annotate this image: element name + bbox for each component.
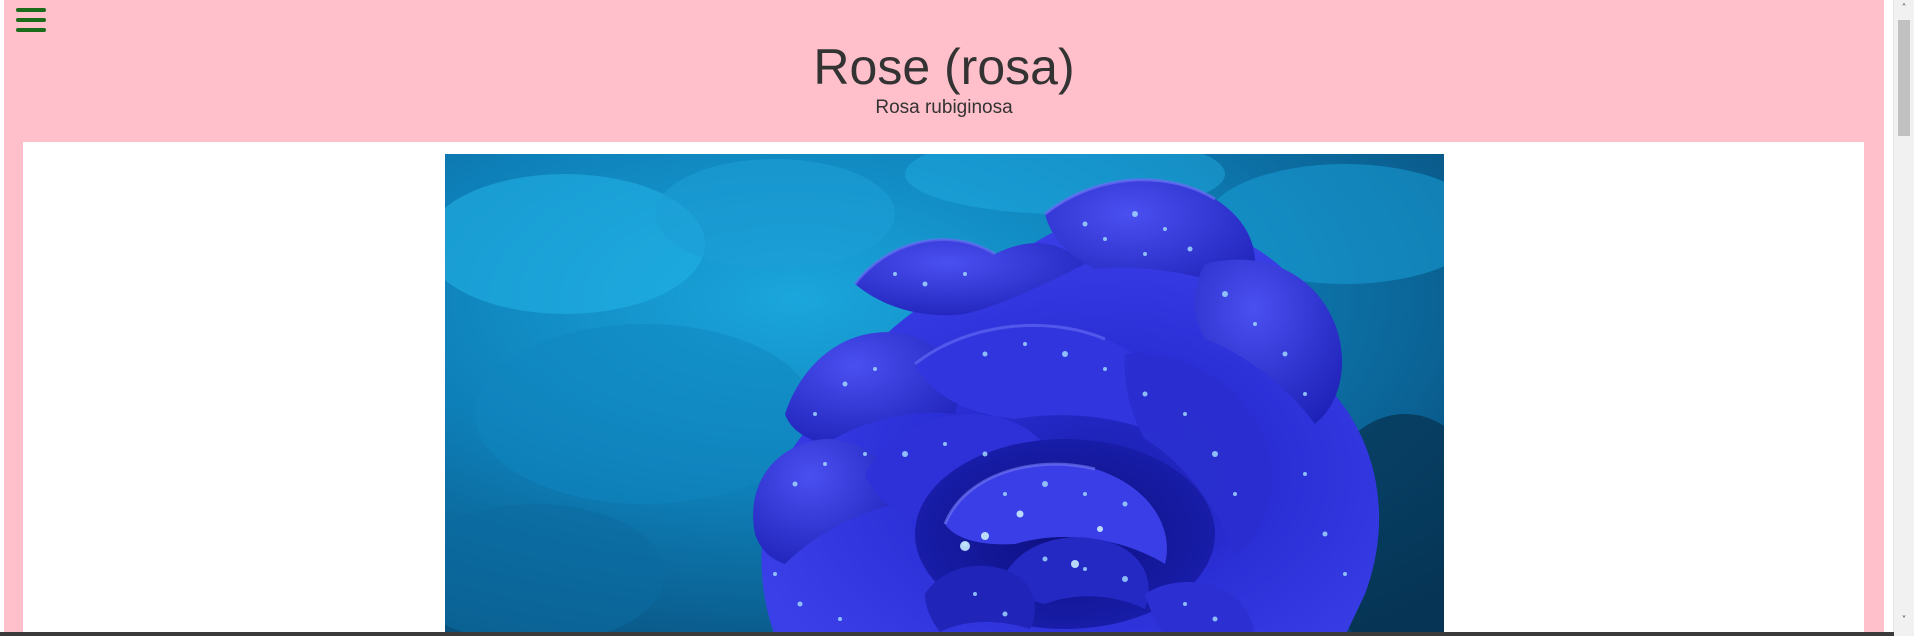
scroll-up-arrow-icon[interactable]: ˄ — [1894, 0, 1914, 17]
page-title: Rose (rosa) — [813, 39, 1075, 95]
hamburger-menu-button[interactable] — [14, 5, 48, 35]
scroll-down-arrow-icon[interactable]: ˅ — [1894, 612, 1914, 629]
menu-bar-bottom — [16, 28, 46, 32]
browser-viewport: Rose (rosa) Rosa rubiginosa ˄ ˅ — [0, 0, 1914, 636]
scrollbar-thumb[interactable] — [1898, 20, 1910, 136]
content-panel — [23, 142, 1864, 636]
vertical-scrollbar[interactable]: ˄ ˅ — [1893, 0, 1914, 636]
menu-bar-middle — [16, 18, 46, 22]
window-bottom-edge — [0, 632, 1894, 636]
page-container: Rose (rosa) Rosa rubiginosa — [4, 0, 1884, 636]
blue-rose-image — [445, 154, 1444, 636]
page-header: Rose (rosa) Rosa rubiginosa — [4, 40, 1884, 120]
menu-bar-top — [16, 8, 46, 12]
rose-photo — [445, 154, 1444, 636]
page-subtitle: Rosa rubiginosa — [875, 97, 1013, 118]
